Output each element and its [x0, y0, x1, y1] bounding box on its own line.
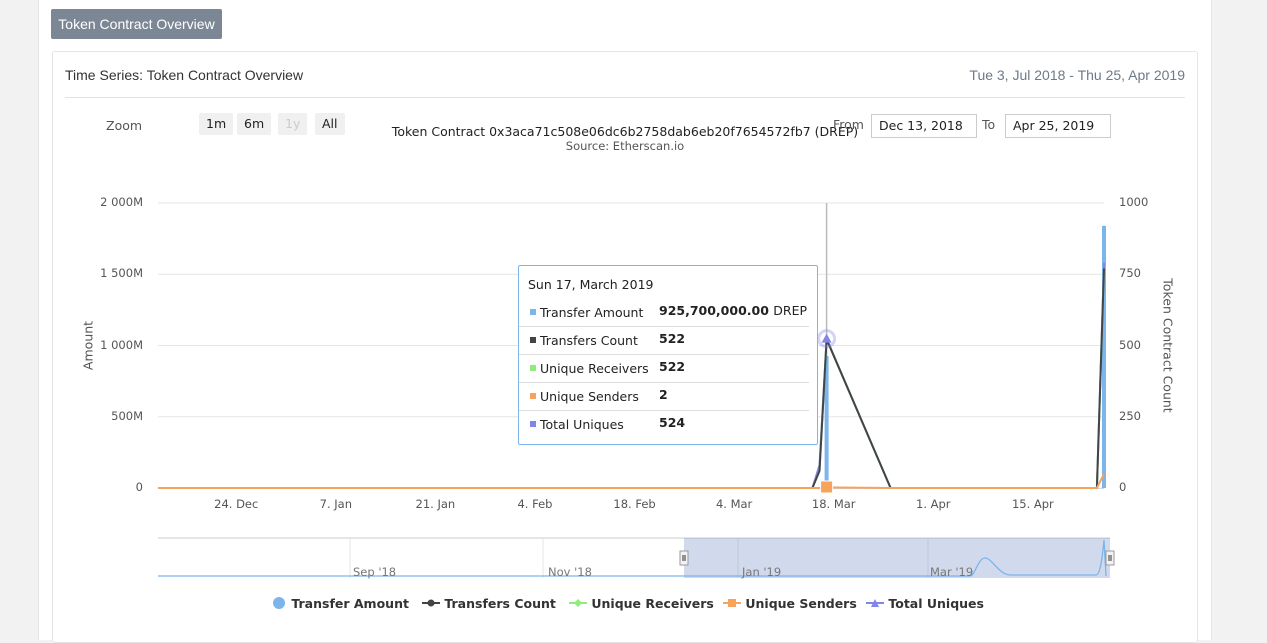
tooltip-series-name: Total Uniques [540, 417, 624, 432]
tooltip-series-name: Transfer Amount [540, 305, 644, 320]
legend-label: Unique Senders [745, 596, 857, 611]
legend-label: Transfers Count [444, 596, 556, 611]
line-square-icon [723, 599, 741, 607]
chart-tooltip: Sun 17, March 2019 Transfer Amount 925,7… [518, 265, 818, 445]
navigator-tick: Nov '18 [548, 565, 592, 579]
legend-transfers-count[interactable]: Transfers Count [422, 596, 556, 611]
tooltip-marker [530, 337, 536, 343]
tooltip-marker [530, 365, 536, 371]
tooltip-value-number: 925,700,000.00 [659, 303, 769, 318]
legend-total-uniques[interactable]: Total Uniques [866, 596, 984, 611]
tooltip-row: Unique Receivers 522 [519, 354, 809, 383]
navigator-tick: Mar '19 [930, 565, 974, 579]
navigator-tick: Sep '18 [353, 565, 397, 579]
circle-icon [273, 597, 285, 609]
legend-unique-senders[interactable]: Unique Senders [723, 596, 857, 611]
legend-label: Unique Receivers [591, 596, 714, 611]
tooltip-row: Transfers Count 522 [519, 326, 809, 355]
navigator-handle[interactable] [1105, 550, 1115, 566]
tooltip-marker [530, 421, 536, 427]
unique-senders-line [158, 473, 1105, 489]
tooltip-row: Unique Senders 2 [519, 382, 809, 411]
legend-label: Transfer Amount [291, 596, 409, 611]
tooltip-value: 524 [659, 415, 686, 430]
tooltip-series-name: Unique Senders [540, 389, 639, 404]
legend-unique-receivers[interactable]: Unique Receivers [569, 596, 714, 611]
tooltip-series-name: Transfers Count [540, 333, 638, 348]
tooltip-marker [530, 309, 536, 315]
legend-label: Total Uniques [888, 596, 984, 611]
unique-senders-hover-marker [820, 480, 834, 494]
legend-transfer-amount[interactable]: Transfer Amount [271, 596, 409, 611]
tooltip-value: 2 [659, 387, 668, 402]
tooltip-value: 925,700,000.00 DREP [659, 303, 807, 318]
tooltip-value: 522 [659, 359, 686, 374]
navigator-tick: Jan '19 [742, 565, 782, 579]
total-uniques-hover-marker [821, 333, 832, 343]
tooltip-row: Total Uniques 524 [519, 410, 809, 438]
tooltip-row: Transfer Amount 925,700,000.00 DREP [519, 298, 809, 327]
line-dot-icon [422, 599, 440, 607]
tooltip-value-unit: DREP [773, 303, 808, 318]
tooltip-value: 522 [659, 331, 686, 346]
line-triangle-icon [866, 599, 884, 607]
tooltip-date: Sun 17, March 2019 [528, 277, 654, 292]
tooltip-marker [530, 393, 536, 399]
line-diamond-icon [569, 599, 587, 607]
tooltip-series-name: Unique Receivers [540, 361, 649, 376]
navigator-handle[interactable] [679, 550, 689, 566]
